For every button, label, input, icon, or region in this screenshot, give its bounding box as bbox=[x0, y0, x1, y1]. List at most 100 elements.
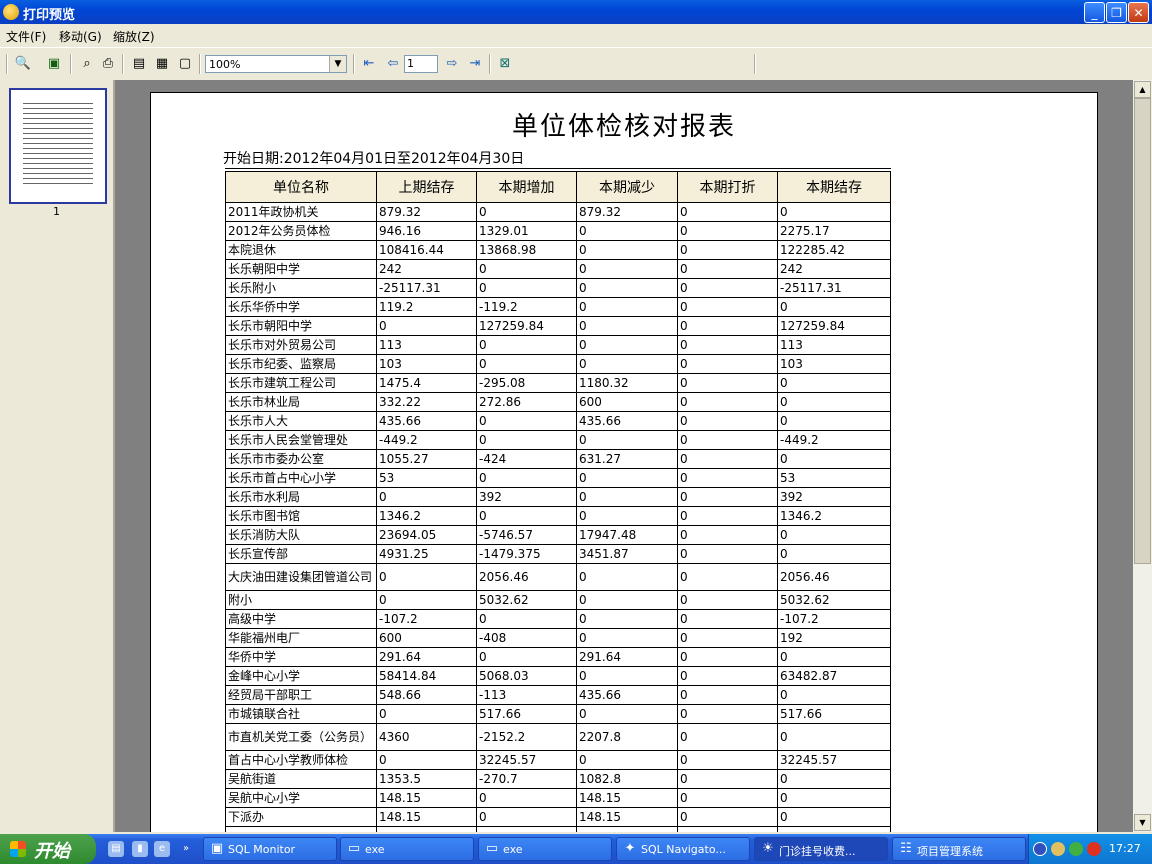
task-sql-navigator[interactable]: ✦ SQL Navigato... bbox=[616, 837, 750, 861]
menu-zoom[interactable]: 缩放(Z) bbox=[113, 28, 155, 45]
value-cell: -295.08 bbox=[476, 373, 577, 393]
table-row: 长乐市图书馆 1346.2 0 0 0 1346.2 bbox=[225, 506, 891, 526]
value-cell: 0 bbox=[677, 354, 778, 374]
first-page-icon[interactable]: ⇤ bbox=[360, 55, 378, 73]
unit-name-cell: 高级中学 bbox=[225, 609, 377, 629]
value-cell: 435.66 bbox=[576, 411, 678, 431]
task-exe-1[interactable]: ▭ exe bbox=[340, 837, 474, 861]
page-number-input[interactable]: 1 bbox=[404, 55, 438, 73]
value-cell: -107.2 bbox=[777, 609, 891, 629]
value-cell: -25117.31 bbox=[777, 278, 891, 298]
page-width-icon[interactable]: ▢ bbox=[176, 55, 194, 73]
last-page-icon[interactable]: ⇥ bbox=[466, 55, 484, 73]
quicklaunch-more-icon[interactable]: » bbox=[178, 841, 194, 857]
zoom-select[interactable]: 100% ▼ bbox=[205, 55, 347, 73]
browser-icon[interactable]: e bbox=[154, 841, 170, 857]
value-cell: 548.66 bbox=[376, 685, 477, 705]
value-cell: 2056.46 bbox=[476, 563, 577, 591]
tray-shield-icon[interactable] bbox=[1069, 842, 1083, 856]
value-cell: 23694.05 bbox=[376, 525, 477, 545]
chevron-down-icon[interactable]: ▼ bbox=[329, 56, 346, 72]
navigator-icon: ✦ bbox=[624, 841, 636, 856]
tray-expand-icon[interactable] bbox=[1033, 842, 1047, 856]
value-cell: 0 bbox=[677, 240, 778, 260]
exit-preview-icon[interactable]: ⊠ bbox=[496, 55, 514, 73]
value-cell: 0 bbox=[476, 647, 577, 667]
value-cell: 946.16 bbox=[376, 221, 477, 241]
task-project-mgmt[interactable]: ☷ 项目管理系统 bbox=[892, 837, 1026, 861]
unit-name-cell: 经贸局干部职工 bbox=[225, 685, 377, 705]
scroll-up-icon[interactable]: ▲ bbox=[1134, 81, 1151, 98]
value-cell: 0 bbox=[677, 590, 778, 610]
unit-name-cell: 长乐附小 bbox=[225, 278, 377, 298]
quicklaunch-icon[interactable]: ▮ bbox=[132, 841, 148, 857]
quicklaunch-icon[interactable]: ▤ bbox=[108, 841, 124, 857]
prev-page-icon[interactable]: ⇦ bbox=[384, 55, 402, 73]
value-cell: 0 bbox=[576, 354, 678, 374]
value-cell: 0 bbox=[677, 807, 778, 827]
magnifier-icon[interactable]: 🔍 bbox=[14, 55, 32, 73]
value-cell: 0 bbox=[777, 411, 891, 431]
table-row: 长乐市人民会堂管理处 -449.2 0 0 0 -449.2 bbox=[225, 430, 891, 450]
table-row: 长乐宣传部 4931.25 -1479.375 3451.87 0 0 bbox=[225, 544, 891, 564]
find-icon[interactable]: ⌕ bbox=[78, 55, 96, 73]
page-thumbnail[interactable] bbox=[9, 88, 107, 204]
unit-name-cell: 首占中心小学教师体检 bbox=[225, 750, 377, 770]
close-button[interactable]: ✕ bbox=[1128, 2, 1149, 23]
value-cell: 0 bbox=[677, 750, 778, 770]
tray-app-icon[interactable] bbox=[1051, 842, 1065, 856]
unit-name-cell: 长乐市人民会堂管理处 bbox=[225, 430, 377, 450]
value-cell: 0 bbox=[677, 788, 778, 808]
table-row: 华侨中学 291.64 0 291.64 0 0 bbox=[225, 647, 891, 667]
monitor-icon: ▣ bbox=[210, 841, 224, 856]
value-cell: 13868.98 bbox=[476, 240, 577, 260]
scrollbar-thumb[interactable] bbox=[1134, 98, 1151, 564]
task-sql-monitor[interactable]: ▣ SQL Monitor bbox=[203, 837, 337, 861]
value-cell: 0 bbox=[576, 590, 678, 610]
value-cell: 600 bbox=[376, 628, 477, 648]
menu-file[interactable]: 文件(F) bbox=[6, 28, 46, 45]
value-cell: 0 bbox=[777, 685, 891, 705]
col-header-discount: 本期打折 bbox=[677, 171, 778, 203]
unit-name-cell: 长乐朝阳中学 bbox=[225, 259, 377, 279]
unit-name-cell: 附小 bbox=[225, 590, 377, 610]
task-exe-2[interactable]: ▭ exe bbox=[478, 837, 612, 861]
value-cell: 0 bbox=[576, 221, 678, 241]
table-row: 长乐消防大队 23694.05 -5746.57 17947.48 0 0 bbox=[225, 525, 891, 545]
print-icon[interactable]: ⎙ bbox=[99, 55, 117, 73]
table-row: 2011年政协机关 879.32 0 879.32 0 0 bbox=[225, 202, 891, 222]
next-page-icon[interactable]: ⇨ bbox=[443, 55, 461, 73]
value-cell: 0 bbox=[576, 297, 678, 317]
unit-name-cell: 2012年公务员体检 bbox=[225, 221, 377, 241]
single-page-icon[interactable]: ▤ bbox=[130, 55, 148, 73]
value-cell: 0 bbox=[476, 609, 577, 629]
value-cell: 5032.62 bbox=[777, 590, 891, 610]
title-bar: 打印预览 _ ❐ ✕ bbox=[0, 0, 1152, 24]
value-cell: 392 bbox=[476, 487, 577, 507]
value-cell: 63482.87 bbox=[777, 666, 891, 686]
scroll-down-icon[interactable]: ▼ bbox=[1134, 814, 1151, 831]
value-cell: 0 bbox=[677, 202, 778, 222]
task-label: 门诊挂号收费... bbox=[779, 845, 856, 858]
unit-name-cell: 长乐市林业局 bbox=[225, 392, 377, 412]
value-cell: 0 bbox=[677, 468, 778, 488]
tray-stop-icon[interactable] bbox=[1087, 842, 1101, 856]
vertical-scrollbar[interactable]: ▲ ▼ bbox=[1133, 80, 1152, 832]
start-button[interactable]: 开始 bbox=[0, 834, 96, 864]
menu-move[interactable]: 移动(G) bbox=[59, 28, 102, 45]
value-cell: 0 bbox=[376, 750, 477, 770]
maximize-button[interactable]: ❐ bbox=[1106, 2, 1127, 23]
toolbar: 🔍 ▣ ⌕ ⎙ ▤ ▦ ▢ 100% ▼ ⇤ ⇦ 1 ⇨ ⇥ ⊠ bbox=[0, 47, 1152, 81]
value-cell: 17947.48 bbox=[576, 525, 678, 545]
value-cell: 58414.84 bbox=[376, 666, 477, 686]
unit-name-cell: 金峰中心小学 bbox=[225, 666, 377, 686]
table-row: 长乐市市委办公室 1055.27 -424 631.27 0 0 bbox=[225, 449, 891, 469]
save-icon[interactable]: ▣ bbox=[45, 55, 63, 73]
minimize-button[interactable]: _ bbox=[1084, 2, 1105, 23]
task-outpatient[interactable]: ☀ 门诊挂号收费... bbox=[754, 837, 888, 861]
value-cell: 148.15 bbox=[576, 807, 678, 827]
unit-name-cell: 市城镇联合社 bbox=[225, 704, 377, 724]
value-cell: 119.2 bbox=[376, 297, 477, 317]
value-cell: 0 bbox=[677, 316, 778, 336]
page-setup-icon[interactable]: ▦ bbox=[153, 55, 171, 73]
